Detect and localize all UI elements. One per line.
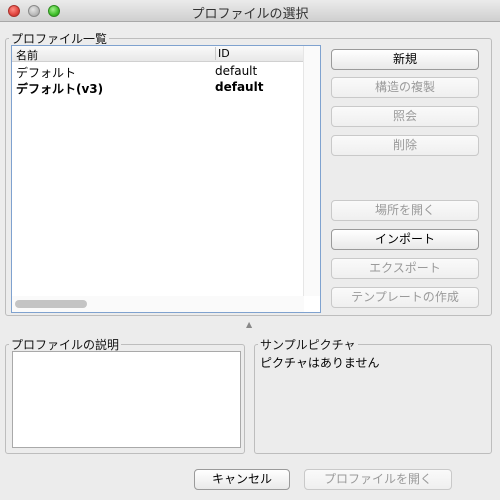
import-button[interactable]: インポート (331, 229, 479, 250)
sample-picture-legend: サンプルピクチャ (260, 338, 356, 352)
delete-button[interactable]: 削除 (331, 135, 479, 156)
profile-name-cell: デフォルト(v3) (16, 82, 104, 96)
column-header-name[interactable]: 名前 (16, 47, 38, 63)
duplicate-structure-button[interactable]: 構造の複製 (331, 77, 479, 98)
no-picture-text: ピクチャはありません (260, 356, 380, 370)
export-button[interactable]: エクスポート (331, 258, 479, 279)
table-row[interactable]: デフォルト(v3) default (12, 79, 304, 96)
profile-description-field[interactable] (12, 351, 241, 448)
horizontal-scrollbar[interactable] (12, 296, 304, 312)
profile-id-cell: default (215, 80, 264, 94)
inspect-button[interactable]: 照会 (331, 106, 479, 127)
vertical-scrollbar[interactable] (303, 46, 320, 296)
profile-table[interactable]: 名前 ID デフォルト default デフォルト(v3) default (11, 45, 321, 313)
open-profile-button[interactable]: プロファイルを開く (304, 469, 452, 490)
table-row[interactable]: デフォルト default (12, 63, 304, 80)
window-title: プロファイルの選択 (191, 7, 309, 22)
open-location-button[interactable]: 場所を開く (331, 200, 479, 221)
new-profile-button[interactable]: 新規 (331, 49, 479, 70)
profile-id-cell: default (215, 64, 258, 78)
cancel-button[interactable]: キャンセル (194, 469, 290, 490)
create-template-button[interactable]: テンプレートの作成 (331, 287, 479, 308)
split-grip-icon[interactable]: ▲ (246, 320, 252, 329)
table-header: 名前 ID (12, 46, 304, 62)
column-header-id[interactable]: ID (215, 47, 230, 60)
title-bar: プロファイルの選択 (0, 0, 500, 22)
horizontal-scroll-thumb[interactable] (15, 300, 87, 308)
